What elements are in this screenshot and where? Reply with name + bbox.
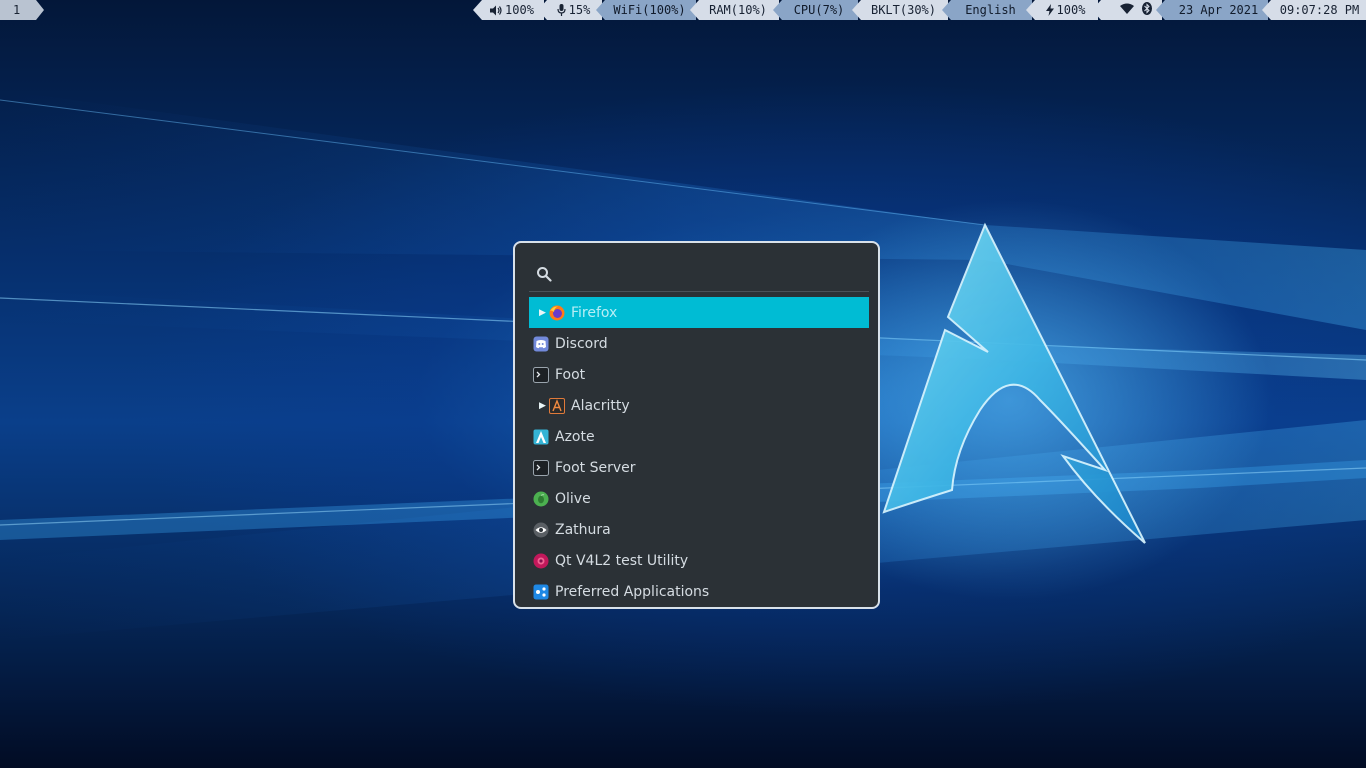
terminal-icon — [533, 366, 549, 383]
app-item-olive[interactable]: Olive — [529, 483, 869, 514]
app-label: Preferred Applications — [555, 583, 710, 600]
cpu-value: CPU(7%) — [793, 3, 845, 17]
alacritty-icon — [549, 397, 565, 414]
expand-arrow-icon[interactable]: ▶ — [539, 401, 549, 411]
language-value: English — [965, 3, 1016, 17]
workspace-button[interactable]: 1 — [0, 0, 44, 20]
app-launcher: ▶ Firefox Discord Foot ▶ Alacritty Azote… — [513, 241, 880, 609]
wifi-value: WiFi(100%) — [613, 3, 686, 17]
language-module[interactable]: English — [942, 0, 1032, 20]
date-value: 23 Apr 2021 — [1178, 3, 1259, 17]
search-icon — [537, 267, 552, 282]
search-input[interactable] — [559, 263, 863, 287]
app-item-foot-server[interactable]: Foot Server — [529, 452, 869, 483]
preferences-icon — [533, 584, 549, 600]
olive-icon — [533, 491, 549, 507]
battery-value: 100% — [1056, 3, 1086, 17]
azote-icon — [533, 429, 549, 445]
ram-value: RAM(10%) — [709, 3, 767, 17]
backlight-value: BKLT(30%) — [870, 3, 937, 17]
ram-module[interactable]: RAM(10%) — [690, 0, 779, 20]
microphone-icon — [557, 4, 566, 16]
microphone-value: 15% — [568, 3, 591, 17]
app-item-qt-v4l2[interactable]: Qt V4L2 test Utility — [529, 545, 869, 576]
battery-charging-icon — [1045, 4, 1054, 16]
bluetooth-icon — [1141, 2, 1152, 15]
clock-module[interactable]: 09:07:28 PM — [1262, 0, 1366, 20]
app-label: Discord — [555, 335, 608, 352]
wifi-module[interactable]: WiFi(100%) — [596, 0, 696, 20]
expand-arrow-icon[interactable]: ▶ — [539, 308, 549, 318]
app-label: Olive — [555, 490, 591, 507]
discord-icon — [533, 336, 549, 352]
app-label: Alacritty — [571, 397, 630, 414]
status-bar: 1 100% 15% WiFi(100%) RAM(10%) CPU(7%) B… — [0, 0, 1366, 20]
app-item-preferred-applications[interactable]: Preferred Applications — [529, 576, 869, 607]
volume-icon — [490, 5, 502, 15]
network-module[interactable] — [1092, 0, 1162, 20]
app-item-zathura[interactable]: Zathura — [529, 514, 869, 545]
date-module[interactable]: 23 Apr 2021 — [1156, 0, 1268, 20]
app-list: ▶ Firefox Discord Foot ▶ Alacritty Azote… — [529, 297, 869, 607]
terminal-icon — [533, 459, 549, 476]
app-label: Foot Server — [555, 459, 636, 476]
wifi-icon — [1119, 3, 1134, 14]
search-bar — [529, 259, 869, 292]
zathura-icon — [533, 522, 549, 538]
volume-module[interactable]: 100% — [473, 0, 544, 20]
backlight-module[interactable]: BKLT(30%) — [852, 0, 948, 20]
volume-value: 100% — [505, 3, 534, 17]
microphone-module[interactable]: 15% — [538, 0, 602, 20]
battery-module[interactable]: 100% — [1026, 0, 1098, 20]
app-item-firefox[interactable]: ▶ Firefox — [529, 297, 869, 328]
app-label: Azote — [555, 428, 595, 445]
cpu-module[interactable]: CPU(7%) — [773, 0, 858, 20]
app-item-azote[interactable]: Azote — [529, 421, 869, 452]
app-item-discord[interactable]: Discord — [529, 328, 869, 359]
app-item-alacritty[interactable]: ▶ Alacritty — [529, 390, 869, 421]
app-item-foot[interactable]: Foot — [529, 359, 869, 390]
clock-value: 09:07:28 PM — [1279, 3, 1360, 17]
camera-icon — [533, 553, 549, 569]
app-label: Zathura — [555, 521, 611, 538]
firefox-icon — [549, 305, 565, 321]
app-label: Foot — [555, 366, 586, 383]
app-label: Firefox — [571, 304, 618, 321]
workspace-number: 1 — [13, 3, 21, 17]
app-label: Qt V4L2 test Utility — [555, 552, 689, 569]
